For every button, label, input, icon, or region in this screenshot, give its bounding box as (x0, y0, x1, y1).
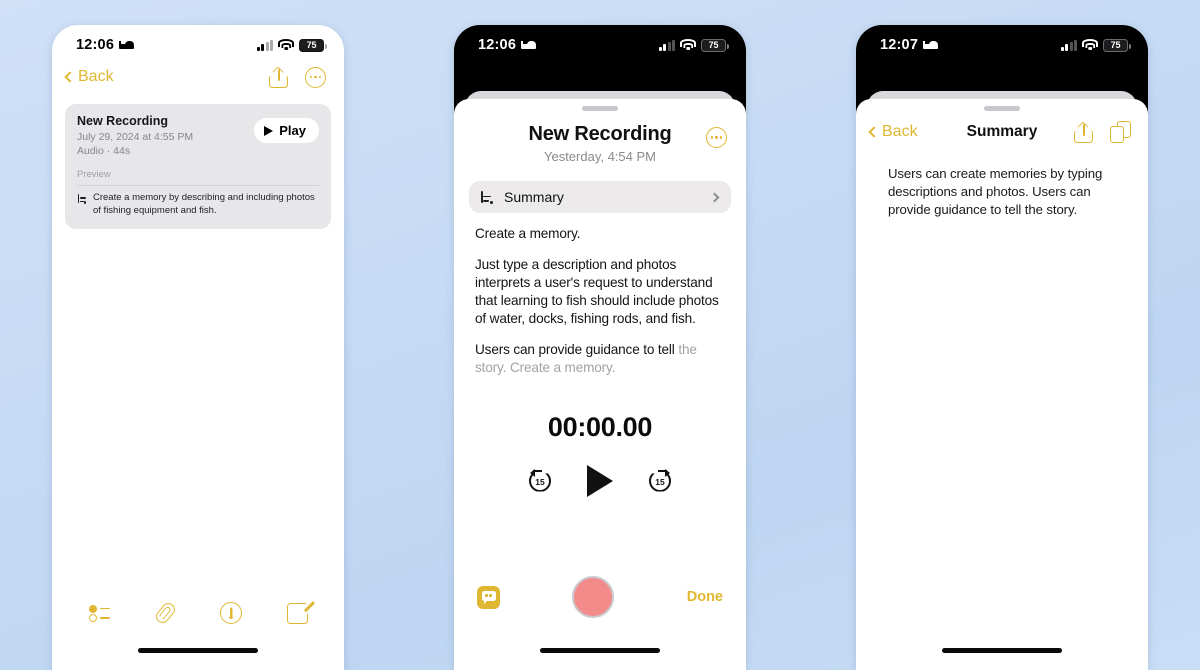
preview-row: Create a memory by describing and includ… (77, 192, 319, 218)
screenshot-stage: 12:06 75 Back New Recording July 29, 202… (0, 0, 1200, 670)
back-button[interactable]: Back (64, 68, 114, 86)
recording-subtitle: Yesterday, 4:54 PM (543, 149, 656, 164)
battery-percent: 75 (1110, 40, 1121, 50)
cellular-bars-icon (658, 39, 675, 51)
chevron-left-icon (64, 71, 76, 83)
summary-body: Users can create memories by typing desc… (856, 152, 1148, 220)
chevron-left-icon (868, 126, 880, 138)
more-circle-icon[interactable] (305, 66, 326, 88)
wifi-icon (1082, 39, 1098, 51)
cellular-bars-icon (256, 39, 273, 51)
transcript-paragraph: Just type a description and photos inter… (475, 257, 719, 327)
home-indicator[interactable] (540, 648, 660, 653)
status-right: 75 (256, 38, 327, 52)
more-circle-icon[interactable] (706, 127, 727, 148)
summarize-icon (480, 190, 495, 205)
recording-card[interactable]: New Recording July 29, 2024 at 4:55 PM A… (65, 104, 331, 229)
phone-3-summary-sheet: 12:07 75 Back Summary Users can create m… (856, 25, 1148, 670)
status-left: 12:06 (76, 37, 135, 53)
bed-icon (521, 40, 537, 50)
preview-label: Preview (77, 169, 111, 180)
recording-title: New Recording (528, 123, 672, 145)
phone-1-notes-detail: 12:06 75 Back New Recording July 29, 202… (52, 25, 344, 670)
home-indicator[interactable] (942, 648, 1062, 653)
copy-icon[interactable] (1110, 121, 1131, 143)
play-label: Play (279, 123, 306, 138)
phone1-nav-actions (269, 66, 326, 88)
home-indicator[interactable] (138, 648, 258, 653)
battery-icon: 75 (701, 38, 729, 52)
playback-controls: 15 15 (454, 464, 746, 497)
skip-back-15-icon[interactable]: 15 (529, 468, 551, 492)
recording-date: July 29, 2024 at 4:55 PM (77, 131, 194, 143)
skip-forward-label: 15 (655, 476, 665, 487)
battery-icon: 75 (299, 38, 327, 52)
recording-sheet: New Recording Yesterday, 4:54 PM Summary… (454, 99, 746, 670)
back-label: Back (78, 68, 114, 85)
skip-forward-15-icon[interactable]: 15 (649, 468, 671, 492)
bed-icon (923, 40, 939, 50)
summary-nav-actions (1074, 121, 1131, 143)
status-left: 12:07 (880, 37, 939, 53)
status-bar: 12:07 75 (856, 25, 1148, 59)
summary-sheet: Back Summary Users can create memories b… (856, 99, 1148, 670)
status-time: 12:06 (478, 37, 517, 53)
recording-meta: Audio · 44s (77, 145, 131, 157)
status-bar: 12:06 75 (454, 25, 746, 59)
skip-back-label: 15 (535, 476, 545, 487)
wifi-icon (680, 39, 696, 51)
status-bar: 12:06 75 (52, 25, 344, 59)
summary-row[interactable]: Summary (469, 181, 731, 213)
battery-icon: 75 (1103, 38, 1131, 52)
transcript-paragraph: Create a memory. (475, 226, 581, 241)
paperclip-icon[interactable] (152, 600, 178, 626)
summary-navbar: Back Summary (856, 111, 1148, 152)
record-button-icon[interactable] (572, 576, 615, 618)
wifi-icon (278, 39, 294, 51)
recording-card-top: New Recording July 29, 2024 at 4:55 PM A… (77, 114, 319, 157)
status-time: 12:06 (76, 37, 115, 53)
playback-timer: 00:00.00 (547, 411, 653, 442)
status-left: 12:06 (478, 37, 537, 53)
status-right: 75 (1060, 38, 1131, 52)
bed-icon (119, 40, 135, 50)
share-icon[interactable] (269, 66, 288, 88)
back-label: Back (882, 123, 918, 140)
cellular-bars-icon (1060, 39, 1077, 51)
done-button[interactable]: Done (687, 589, 723, 605)
transcript-text: Create a memory. Just type a description… (454, 213, 746, 378)
phone1-bottom-toolbar (52, 600, 344, 626)
play-button[interactable]: Play (254, 118, 319, 143)
preview-text: Create a memory by describing and includ… (93, 192, 315, 216)
share-icon[interactable] (1074, 121, 1093, 143)
summary-text: Users can create memories by typing desc… (888, 166, 1103, 218)
summarize-icon (77, 193, 88, 204)
chevron-right-icon (709, 192, 720, 202)
recording-title: New Recording (77, 114, 168, 128)
divider (77, 185, 319, 186)
phone1-navbar: Back (52, 59, 344, 98)
transcript-line: Users can provide guidance to tell (475, 342, 675, 358)
recording-bottom-bar: Done (454, 576, 746, 618)
battery-percent: 75 (306, 40, 317, 50)
play-icon (264, 125, 274, 136)
phone-2-recording-sheet: 12:06 75 New Recording Yesterday, 4:54 P… (454, 25, 746, 670)
battery-percent: 75 (708, 40, 719, 50)
compose-icon[interactable] (286, 600, 315, 624)
summary-label: Summary (504, 189, 564, 205)
checklist-icon[interactable] (88, 604, 111, 622)
back-button[interactable]: Back (868, 123, 918, 141)
status-time: 12:07 (880, 37, 919, 53)
transcript-bubble-icon[interactable] (477, 585, 500, 609)
sheet-header: New Recording Yesterday, 4:54 PM (454, 111, 746, 164)
status-right: 75 (658, 38, 729, 52)
play-icon[interactable] (587, 464, 613, 497)
markup-pen-icon[interactable] (219, 602, 242, 624)
transcript-paragraph: Users can provide guidance to tell the s… (475, 341, 725, 377)
recording-card-info: New Recording July 29, 2024 at 4:55 PM A… (77, 114, 193, 157)
